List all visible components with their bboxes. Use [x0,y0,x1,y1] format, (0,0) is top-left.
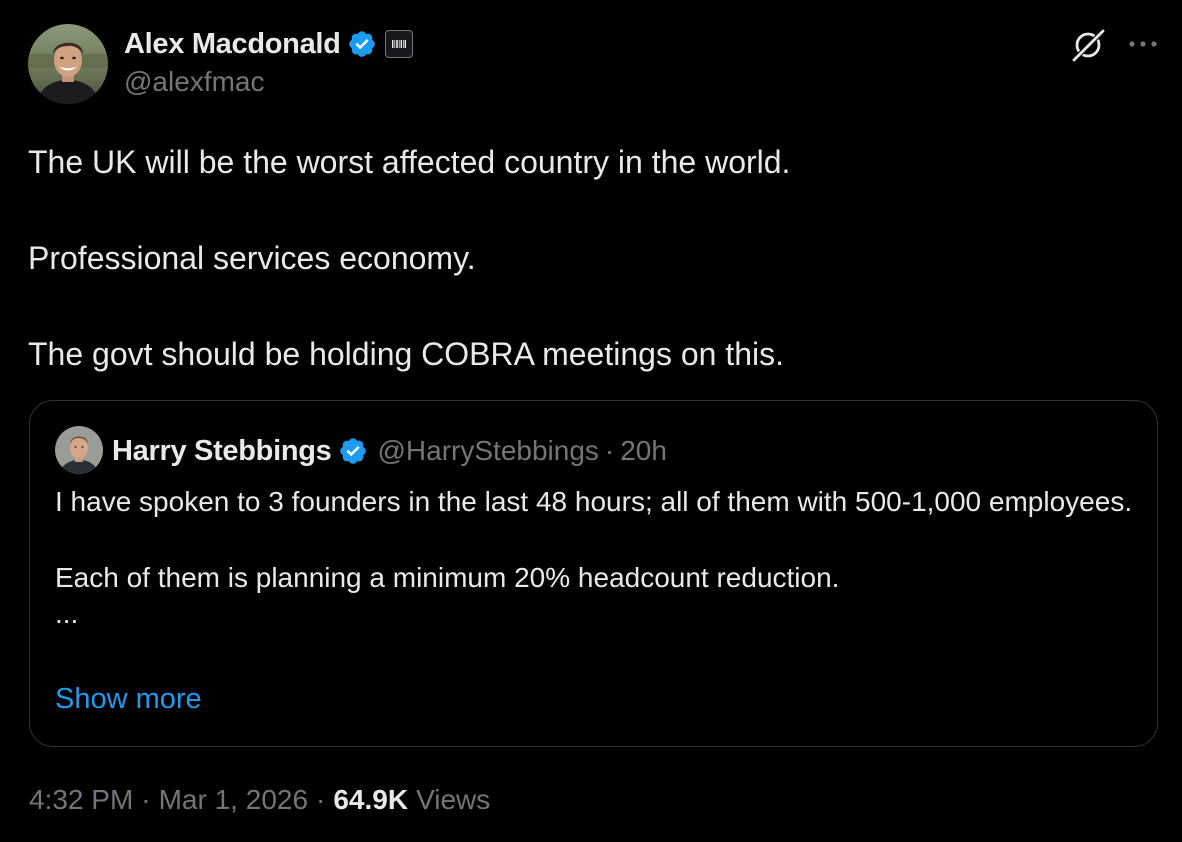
quoted-paragraph: Each of them is planning a minimum 20% h… [55,562,840,593]
views-label[interactable]: Views [416,784,490,816]
tweet-paragraph: The govt should be holding COBRA meeting… [28,336,784,372]
separator-dot: · [604,435,615,466]
author-line: Alex Macdonald [124,26,413,62]
tweet: Alex Macdonald @alexfmac The UK will be … [0,0,1182,842]
tweet-text: The UK will be the worst affected countr… [28,138,1148,378]
quoted-text: I have spoken to 3 founders in the last … [55,481,1135,629]
grok-icon[interactable] [1067,24,1109,66]
author-name[interactable]: Alex Macdonald [124,28,341,61]
tweet-paragraph: Professional services economy. [28,240,476,276]
affiliate-badge-icon[interactable] [384,30,413,58]
quoted-timestamp[interactable]: 20h [620,435,667,467]
quoted-paragraph: I have spoken to 3 founders in the last … [55,486,1133,517]
separator-dot: · [141,784,151,815]
verified-badge-icon [339,438,366,464]
tweet-paragraph: The UK will be the worst affected countr… [28,144,791,180]
quoted-author-name[interactable]: Harry Stebbings [112,435,332,468]
more-horizontal-icon[interactable] [1123,30,1163,58]
quoted-author-avatar[interactable] [55,426,103,474]
tweet-time[interactable]: 4:32 PM [29,784,133,816]
views-count[interactable]: 64.9K [333,784,408,816]
quoted-tweet[interactable]: Harry Stebbings @HarryStebbings · 20h I … [29,400,1158,747]
tweet-date[interactable]: Mar 1, 2026 [159,784,308,816]
quoted-ellipsis: ... [55,598,79,629]
show-more-link[interactable]: Show more [55,683,202,716]
verified-badge-icon [348,31,375,57]
quoted-author-handle[interactable]: @HarryStebbings [378,435,599,467]
author-avatar[interactable] [28,24,108,104]
tweet-meta: 4:32 PM · Mar 1, 2026 · 64.9K Views [29,784,490,816]
quoted-header: Harry Stebbings @HarryStebbings · 20h [112,431,667,471]
author-handle[interactable]: @alexfmac [124,66,264,98]
separator-dot: · [316,784,326,815]
